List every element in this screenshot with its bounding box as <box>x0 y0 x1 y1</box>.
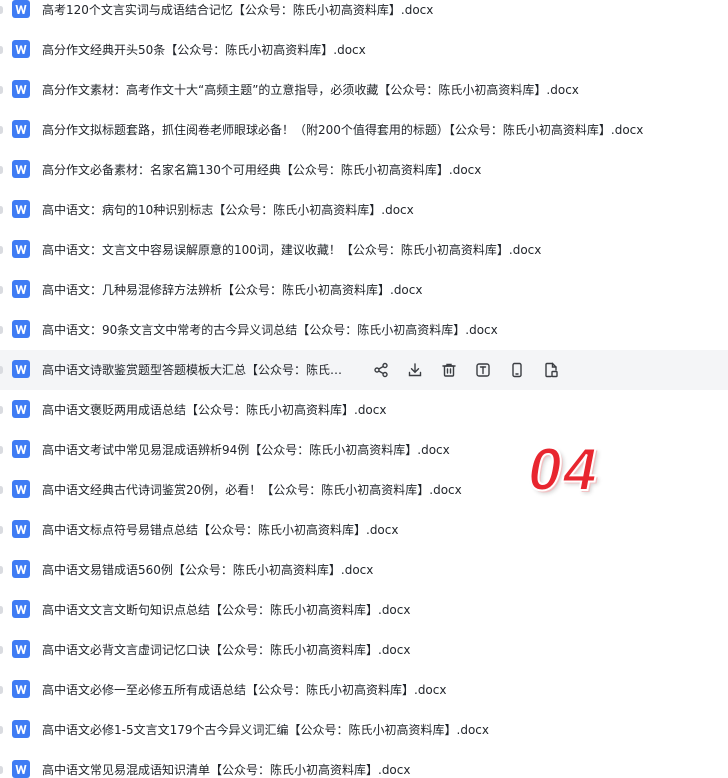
file-name[interactable]: 高分作文必备素材：名家名篇130个可用经典【公众号：陈氏小初高资料库】.docx <box>42 150 481 190</box>
row-select-marker[interactable] <box>0 686 3 694</box>
word-doc-icon <box>12 760 30 778</box>
row-select-marker[interactable] <box>0 646 3 654</box>
row-select-marker[interactable] <box>0 766 3 774</box>
rename-button[interactable] <box>474 361 492 379</box>
mobile-icon <box>509 362 525 378</box>
file-row[interactable]: 高中语文诗歌鉴赏题型答题模板大汇总【公众号：陈氏小初高资料库】.docx <box>0 350 728 390</box>
file-row[interactable]: 高分作文经典开头50条【公众号：陈氏小初高资料库】.docx <box>0 30 728 70</box>
file-name[interactable]: 高中语文：文言文中容易误解原意的100词，建议收藏！【公众号：陈氏小初高资料库】… <box>42 230 541 270</box>
file-row[interactable]: 高中语文文言文断句知识点总结【公众号：陈氏小初高资料库】.docx <box>0 590 728 630</box>
word-doc-icon <box>12 480 30 498</box>
file-name[interactable]: 高分作文素材：高考作文十大“高频主题”的立意指导，必须收藏【公众号：陈氏小初高资… <box>42 70 579 110</box>
download-icon <box>407 362 423 378</box>
file-row[interactable]: 高中语文：文言文中容易误解原意的100词，建议收藏！【公众号：陈氏小初高资料库】… <box>0 230 728 270</box>
word-doc-icon <box>12 360 30 378</box>
file-row[interactable]: 高中语文易错成语560例【公众号：陈氏小初高资料库】.docx <box>0 550 728 590</box>
word-doc-icon <box>12 440 30 458</box>
file-name[interactable]: 高中语文考试中常见易混成语辨析94例【公众号：陈氏小初高资料库】.docx <box>42 430 450 470</box>
file-name[interactable]: 高分作文拟标题套路，抓住阅卷老师眼球必备！（附200个值得套用的标题）【公众号：… <box>42 110 643 150</box>
file-row[interactable]: 高中语文：几种易混修辞方法辨析【公众号：陈氏小初高资料库】.docx <box>0 270 728 310</box>
row-select-marker[interactable] <box>0 486 3 494</box>
file-name[interactable]: 高中语文：几种易混修辞方法辨析【公众号：陈氏小初高资料库】.docx <box>42 270 422 310</box>
row-select-marker[interactable] <box>0 46 3 54</box>
file-name[interactable]: 高中语文必修1-5文言文179个古今异义词汇编【公众号：陈氏小初高资料库】.do… <box>42 710 489 750</box>
file-row[interactable]: 高分作文必备素材：名家名篇130个可用经典【公众号：陈氏小初高资料库】.docx <box>0 150 728 190</box>
word-doc-icon <box>12 400 30 418</box>
download-button[interactable] <box>406 361 424 379</box>
word-doc-icon <box>12 0 30 18</box>
word-doc-icon <box>12 40 30 58</box>
row-select-marker[interactable] <box>0 326 3 334</box>
row-select-marker[interactable] <box>0 86 3 94</box>
file-name[interactable]: 高中语文必背文言虚词记忆口诀【公众号：陈氏小初高资料库】.docx <box>42 630 410 670</box>
mobile-button[interactable] <box>508 361 526 379</box>
rename-icon <box>475 362 491 378</box>
word-doc-icon <box>12 520 30 538</box>
word-doc-icon <box>12 240 30 258</box>
overlay-number-badge: 04 <box>527 436 599 503</box>
file-row[interactable]: 高考120个文言实词与成语结合记忆【公众号：陈氏小初高资料库】.docx <box>0 0 728 30</box>
file-row[interactable]: 高中语文考试中常见易混成语辨析94例【公众号：陈氏小初高资料库】.docx <box>0 430 728 470</box>
row-actions <box>372 361 560 379</box>
file-name[interactable]: 高中语文文言文断句知识点总结【公众号：陈氏小初高资料库】.docx <box>42 590 410 630</box>
row-select-marker[interactable] <box>0 6 3 14</box>
file-row[interactable]: 高分作文拟标题套路，抓住阅卷老师眼球必备！（附200个值得套用的标题）【公众号：… <box>0 110 728 150</box>
row-select-marker[interactable] <box>0 126 3 134</box>
file-name[interactable]: 高中语文常见易混成语知识清单【公众号：陈氏小初高资料库】.docx <box>42 750 410 778</box>
word-doc-icon <box>12 280 30 298</box>
file-row[interactable]: 高中语文必修1-5文言文179个古今异义词汇编【公众号：陈氏小初高资料库】.do… <box>0 710 728 750</box>
word-doc-icon <box>12 120 30 138</box>
file-name[interactable]: 高中语文经典古代诗词鉴赏20例，必看！【公众号：陈氏小初高资料库】.docx <box>42 470 462 510</box>
copy-file-icon <box>543 362 559 378</box>
row-select-marker[interactable] <box>0 606 3 614</box>
file-row[interactable]: 高中语文：病句的10种识别标志【公众号：陈氏小初高资料库】.docx <box>0 190 728 230</box>
file-row[interactable]: 高中语文褒贬两用成语总结【公众号：陈氏小初高资料库】.docx <box>0 390 728 430</box>
row-select-marker[interactable] <box>0 286 3 294</box>
row-select-marker[interactable] <box>0 366 3 374</box>
file-name[interactable]: 高中语文褒贬两用成语总结【公众号：陈氏小初高资料库】.docx <box>42 390 386 430</box>
file-row[interactable]: 高中语文经典古代诗词鉴赏20例，必看！【公众号：陈氏小初高资料库】.docx <box>0 470 728 510</box>
row-select-marker[interactable] <box>0 206 3 214</box>
word-doc-icon <box>12 560 30 578</box>
file-row[interactable]: 高中语文必修一至必修五所有成语总结【公众号：陈氏小初高资料库】.docx <box>0 670 728 710</box>
file-row[interactable]: 高中语文：90条文言文中常考的古今异义词总结【公众号：陈氏小初高资料库】.doc… <box>0 310 728 350</box>
word-doc-icon <box>12 600 30 618</box>
delete-button[interactable] <box>440 361 458 379</box>
row-select-marker[interactable] <box>0 166 3 174</box>
word-doc-icon <box>12 80 30 98</box>
file-name[interactable]: 高中语文标点符号易错点总结【公众号：陈氏小初高资料库】.docx <box>42 510 398 550</box>
file-name[interactable]: 高中语文必修一至必修五所有成语总结【公众号：陈氏小初高资料库】.docx <box>42 670 446 710</box>
row-select-marker[interactable] <box>0 246 3 254</box>
file-list: 高考120个文言实词与成语结合记忆【公众号：陈氏小初高资料库】.docx 高分作文… <box>0 0 728 778</box>
word-doc-icon <box>12 320 30 338</box>
share-icon <box>373 362 389 378</box>
file-name[interactable]: 高中语文诗歌鉴赏题型答题模板大汇总【公众号：陈氏小初高资料库】.docx <box>42 350 354 390</box>
file-row[interactable]: 高中语文常见易混成语知识清单【公众号：陈氏小初高资料库】.docx <box>0 750 728 778</box>
file-row[interactable]: 高中语文标点符号易错点总结【公众号：陈氏小初高资料库】.docx <box>0 510 728 550</box>
word-doc-icon <box>12 200 30 218</box>
row-select-marker[interactable] <box>0 526 3 534</box>
delete-icon <box>441 362 457 378</box>
word-doc-icon <box>12 680 30 698</box>
file-row[interactable]: 高中语文必背文言虚词记忆口诀【公众号：陈氏小初高资料库】.docx <box>0 630 728 670</box>
copy-file-button[interactable] <box>542 361 560 379</box>
file-name[interactable]: 高中语文易错成语560例【公众号：陈氏小初高资料库】.docx <box>42 550 373 590</box>
file-name[interactable]: 高中语文：病句的10种识别标志【公众号：陈氏小初高资料库】.docx <box>42 190 414 230</box>
file-name[interactable]: 高中语文：90条文言文中常考的古今异义词总结【公众号：陈氏小初高资料库】.doc… <box>42 310 498 350</box>
row-select-marker[interactable] <box>0 406 3 414</box>
word-doc-icon <box>12 640 30 658</box>
row-select-marker[interactable] <box>0 566 3 574</box>
file-name[interactable]: 高考120个文言实词与成语结合记忆【公众号：陈氏小初高资料库】.docx <box>42 0 433 30</box>
file-row[interactable]: 高分作文素材：高考作文十大“高频主题”的立意指导，必须收藏【公众号：陈氏小初高资… <box>0 70 728 110</box>
row-select-marker[interactable] <box>0 726 3 734</box>
word-doc-icon <box>12 160 30 178</box>
word-doc-icon <box>12 720 30 738</box>
share-button[interactable] <box>372 361 390 379</box>
file-name[interactable]: 高分作文经典开头50条【公众号：陈氏小初高资料库】.docx <box>42 30 366 70</box>
row-select-marker[interactable] <box>0 446 3 454</box>
